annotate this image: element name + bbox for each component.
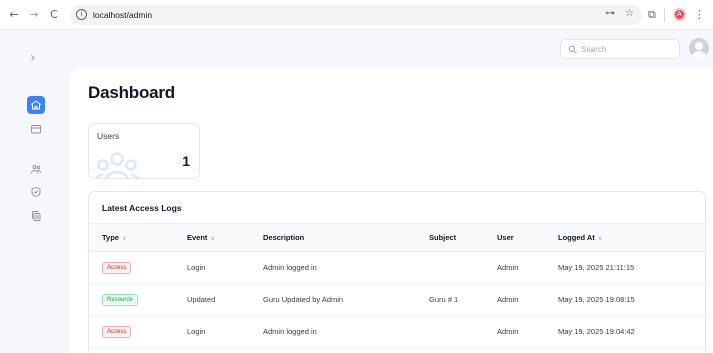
access-logs-table: Type ∨ Event ∨ Description Subject User Lo…: [89, 223, 705, 348]
description-cell: Admin logged in: [250, 251, 416, 284]
table-row[interactable]: Access Login Admin logged in Admin May 1…: [89, 315, 705, 348]
app-shell: › Dashboard Users: [0, 30, 713, 353]
box-icon: [31, 125, 41, 134]
stat-value: 1: [182, 153, 190, 169]
table-header-row: Type ∨ Event ∨ Description Subject User Lo…: [89, 223, 705, 252]
back-icon[interactable]: ←: [6, 7, 22, 23]
column-header-type[interactable]: Type ∨: [89, 223, 174, 252]
subject-cell: [416, 251, 484, 284]
users-stat-card[interactable]: Users 1: [88, 123, 200, 179]
column-header-event[interactable]: Event ∨: [174, 223, 250, 252]
star-icon[interactable]: ☆: [625, 8, 634, 19]
description-cell: Guru Updated by Admin: [250, 283, 416, 316]
url-text[interactable]: localhost/admin: [93, 10, 152, 20]
menu-icon[interactable]: ⋮: [694, 8, 705, 21]
search-input[interactable]: [581, 44, 671, 54]
sidebar-item-home[interactable]: [27, 96, 45, 114]
main-content: Dashboard Users 1 Latest Access Logs Typ…: [69, 67, 713, 353]
event-cell: Login: [174, 251, 250, 284]
browser-actions: ⧉ A ⋮: [648, 7, 705, 22]
address-bar-actions: ⊶ ☆: [605, 8, 634, 19]
type-badge: Access: [102, 261, 132, 274]
home-icon: [31, 100, 41, 110]
table-row[interactable]: Access Login Admin logged in Admin May 1…: [89, 251, 705, 284]
page-title: Dashboard: [88, 83, 175, 102]
event-cell: Updated: [174, 283, 250, 316]
type-badge: Access: [102, 325, 132, 338]
stat-label: Users: [97, 131, 120, 141]
column-header-description: Description: [250, 223, 416, 252]
logged-at-cell: May 19, 2025 19:08:15: [545, 283, 705, 316]
copy-icon: [32, 211, 41, 221]
logged-at-cell: May 19, 2025 21:11:15: [545, 251, 705, 284]
browser-toolbar: ← → C i localhost/admin ⊶ ☆ ⧉ A ⋮: [0, 0, 713, 30]
logged-at-cell: May 19, 2025 19:04:42: [545, 315, 705, 348]
sidebar-item-logs[interactable]: [27, 207, 45, 225]
users-icon: [31, 165, 41, 174]
user-cell: Admin: [484, 283, 545, 316]
access-logs-card: Latest Access Logs Type ∨ Event ∨ Descript…: [88, 191, 706, 353]
chevron-down-icon: ∨: [210, 235, 215, 242]
extensions-icon[interactable]: ⧉: [648, 8, 656, 22]
type-badge: Resource: [102, 293, 138, 306]
chevron-down-icon: ∨: [597, 235, 603, 242]
users-icon: [94, 152, 140, 178]
forward-icon[interactable]: →: [26, 7, 42, 23]
info-icon[interactable]: i: [76, 9, 87, 20]
address-bar[interactable]: i localhost/admin ⊶ ☆: [70, 4, 642, 25]
sidebar-item-users[interactable]: [27, 160, 45, 178]
key-icon[interactable]: ⊶: [605, 8, 615, 19]
user-avatar[interactable]: [689, 38, 709, 58]
sidebar-toggle-icon[interactable]: ›: [30, 50, 36, 66]
user-avatar-icon: [691, 42, 707, 58]
event-cell: Login: [174, 315, 250, 348]
sidebar-item-resources[interactable]: [27, 120, 45, 138]
reload-icon[interactable]: C: [46, 7, 62, 23]
chevron-down-icon: ∨: [121, 235, 127, 242]
table-row[interactable]: Resource Updated Guru Updated by Admin G…: [89, 283, 705, 316]
subject-cell: [416, 315, 484, 348]
column-header-subject: Subject: [416, 223, 484, 252]
search-icon: [568, 45, 577, 53]
profile-avatar[interactable]: A: [672, 8, 686, 21]
user-cell: Admin: [484, 251, 545, 284]
user-cell: Admin: [484, 315, 545, 348]
logs-title: Latest Access Logs: [102, 203, 182, 213]
toolbar-divider: [663, 7, 665, 22]
sidebar-item-security[interactable]: [27, 183, 45, 201]
description-cell: Admin logged in: [250, 315, 416, 348]
search-field[interactable]: [560, 39, 680, 59]
subject-cell: Guru # 1: [416, 283, 484, 316]
column-header-user: User: [484, 223, 545, 252]
column-header-logged-at[interactable]: Logged At ∨: [545, 223, 705, 252]
shield-icon: [31, 187, 41, 197]
